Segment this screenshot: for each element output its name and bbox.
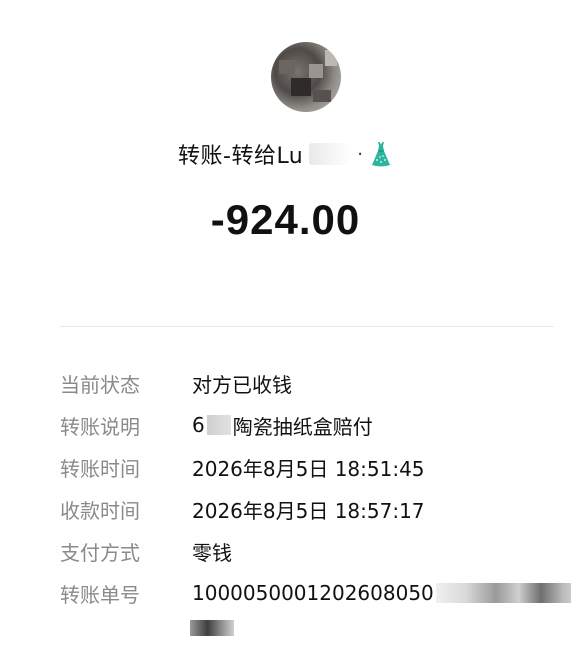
avatar-pixel (309, 64, 323, 78)
detail-label: 当前状态 (60, 372, 140, 397)
redacted-text (206, 415, 231, 435)
detail-label: 转账时间 (60, 456, 140, 481)
transfer-amount: -924.00 (210, 196, 361, 243)
avatar-pixel (325, 50, 337, 66)
detail-label: 收款时间 (60, 498, 140, 523)
title-text: 转账-转给Lu (178, 144, 304, 169)
transfer-title: 转账-转给Lu · (0, 136, 571, 172)
divider (60, 326, 554, 327)
detail-value: 6 陶瓷抽纸盒赔付 (192, 411, 373, 440)
detail-row-note: 转账说明 6 陶瓷抽纸盒赔付 (60, 410, 373, 440)
redacted-text (190, 620, 234, 636)
detail-value: 对方已收钱 (192, 372, 292, 397)
detail-value: 零钱 (192, 540, 232, 565)
detail-row-transaction-id: 转账单号 1000050001202608050 (60, 578, 571, 608)
avatar-pixel (279, 60, 295, 74)
detail-row-receive-time: 收款时间 2026年8月5日 18:57:17 (60, 494, 425, 524)
detail-row-status: 当前状态 对方已收钱 (60, 368, 292, 398)
detail-label: 转账说明 (60, 414, 140, 439)
detail-value: 2026年8月5日 18:57:17 (192, 498, 425, 523)
dress-icon (372, 142, 390, 167)
title-separator: · (357, 143, 363, 165)
redacted-name (309, 143, 352, 165)
avatar-pixel (291, 78, 311, 96)
detail-label: 支付方式 (60, 540, 140, 565)
note-suffix: 陶瓷抽纸盒赔付 (232, 414, 373, 439)
detail-value: 2026年8月5日 18:51:45 (192, 456, 425, 481)
avatar-pixel (313, 90, 331, 102)
detail-row-payment-method: 支付方式 零钱 (60, 536, 232, 566)
avatar[interactable] (271, 42, 341, 112)
detail-value[interactable]: 1000050001202608050 (192, 581, 571, 605)
detail-label: 转账单号 (60, 582, 140, 607)
transaction-id[interactable]: 1000050001202608050 (192, 581, 434, 605)
note-prefix: 6 (192, 413, 205, 437)
detail-row-transfer-time: 转账时间 2026年8月5日 18:51:45 (60, 452, 425, 482)
redacted-text (435, 583, 571, 603)
